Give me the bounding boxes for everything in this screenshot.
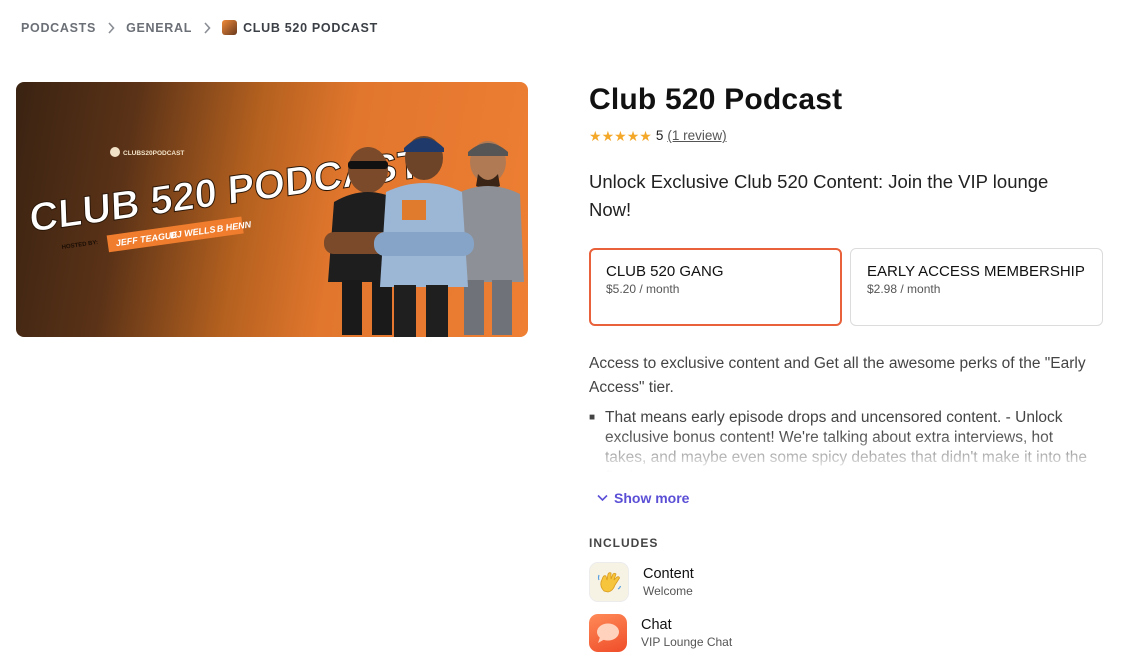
chat-bubble-icon: [589, 614, 627, 652]
rating: ★ ★ ★ ★ ★ 5 (1 review): [589, 128, 727, 143]
star-icon: ★: [601, 127, 615, 144]
include-subtitle: VIP Lounge Chat: [641, 634, 733, 649]
chevron-right-icon: [203, 21, 211, 34]
page-title: Club 520 Podcast: [589, 83, 843, 116]
tier-description: Access to exclusive content and Get all …: [589, 355, 1086, 396]
breadcrumb-current-label: CLUB 520 PODCAST: [243, 20, 378, 35]
breadcrumb: PODCASTS GENERAL CLUB 520 PODCAST: [21, 20, 378, 35]
show-more-button[interactable]: Show more: [597, 490, 689, 506]
podcast-logo-icon: [222, 20, 238, 35]
star-icon: ★: [639, 127, 652, 144]
tagline: Unlock Exclusive Club 520 Content: Join …: [589, 171, 1049, 220]
includes-heading: INCLUDES: [589, 536, 659, 550]
breadcrumb-podcasts[interactable]: PODCASTS: [21, 21, 96, 35]
include-name: Content: [643, 565, 694, 582]
star-icon: ★: [589, 127, 602, 144]
tier-option-club-520-gang[interactable]: CLUB 520 GANG $5.20 / month: [589, 248, 842, 326]
description-bullets: ■ That means early episode drops and unc…: [589, 408, 1089, 472]
star-icon: ★: [614, 127, 627, 144]
include-item-content[interactable]: Content Welcome: [589, 562, 694, 602]
include-subtitle: Welcome: [643, 583, 693, 598]
waving-hand-icon: [589, 562, 629, 602]
tier-option-early-access[interactable]: EARLY ACCESS MEMBERSHIP $2.98 / month: [850, 248, 1103, 326]
tier-price: $2.98 / month: [867, 282, 941, 296]
include-item-chat[interactable]: Chat VIP Lounge Chat: [589, 614, 732, 652]
banner-artwork: CLUBS20PODCAST CLUB 520 PODCAST HOSTED B…: [28, 136, 524, 337]
breadcrumb-general[interactable]: GENERAL: [126, 21, 192, 35]
rating-value: 5: [655, 128, 664, 143]
chevron-right-icon: [107, 21, 115, 34]
breadcrumb-current[interactable]: CLUB 520 PODCAST: [222, 20, 378, 35]
chevron-down-icon: [597, 494, 608, 502]
tier-name: EARLY ACCESS MEMBERSHIP: [867, 263, 1085, 280]
include-name: Chat: [641, 616, 672, 633]
banner-small-logo-text: CLUBS20PODCAST: [123, 150, 184, 157]
rating-stars: ★ ★ ★ ★ ★: [589, 129, 652, 143]
bullet-icon: ■: [589, 412, 596, 423]
banner-hosted-by: HOSTED BY:: [61, 240, 98, 251]
show-more-label: Show more: [614, 490, 690, 506]
tier-price: $5.20 / month: [606, 282, 680, 296]
banner-logo-icon: [110, 147, 120, 157]
star-icon: ★: [626, 127, 640, 144]
reviews-link[interactable]: (1 review): [667, 128, 726, 143]
podcast-banner: CLUBS20PODCAST CLUB 520 PODCAST HOSTED B…: [16, 82, 528, 337]
list-item: ■ That means early episode drops and unc…: [589, 408, 1089, 472]
bullet-text: That means early episode drops and uncen…: [605, 409, 1088, 472]
tier-name: CLUB 520 GANG: [606, 263, 724, 280]
